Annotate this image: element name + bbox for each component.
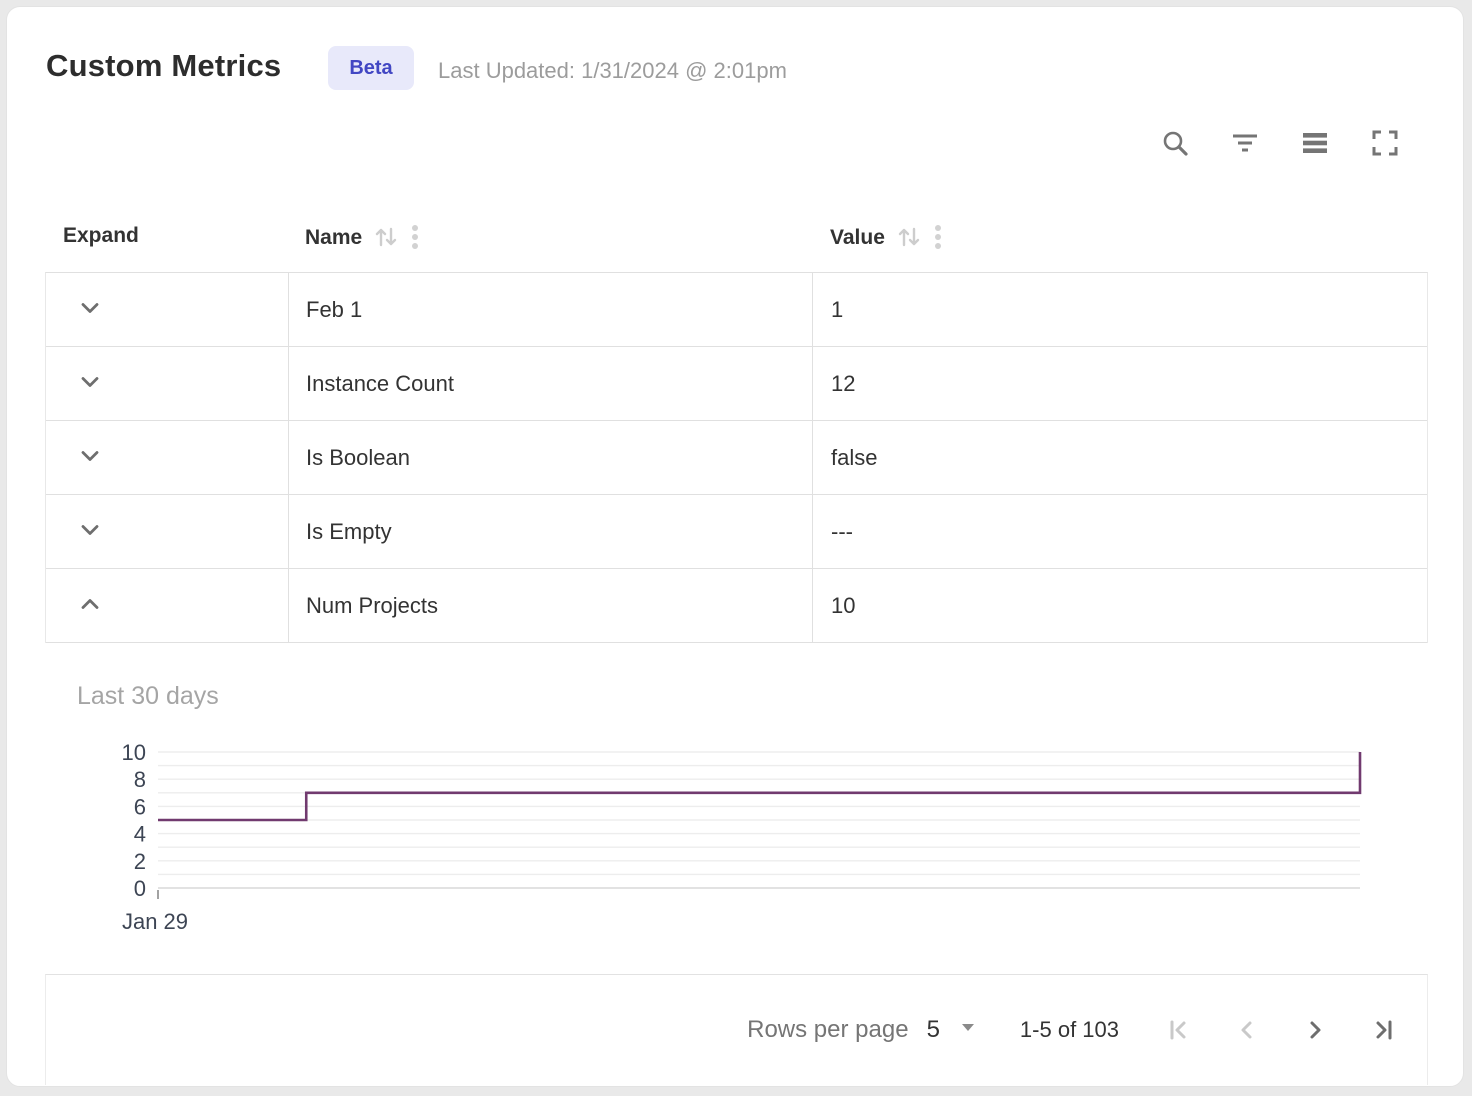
chevron-down-icon bbox=[77, 443, 103, 472]
caret-down-icon bbox=[958, 1016, 978, 1044]
expand-row-button[interactable] bbox=[74, 590, 106, 622]
previous-page-button[interactable] bbox=[1233, 1016, 1261, 1044]
last-updated-text: Last Updated: 1/31/2024 @ 2:01pm bbox=[438, 58, 787, 84]
table-row: Is Empty --- bbox=[46, 495, 1427, 569]
expand-cell bbox=[46, 347, 289, 420]
table-header: Expand Name Value bbox=[45, 210, 1428, 272]
search-button[interactable] bbox=[1160, 128, 1190, 158]
search-icon bbox=[1160, 128, 1190, 158]
page-range-label: 1-5 of 103 bbox=[1020, 1017, 1119, 1043]
column-label: Expand bbox=[63, 224, 139, 248]
first-page-button[interactable] bbox=[1165, 1016, 1193, 1044]
row-name: Num Projects bbox=[289, 569, 813, 642]
filter-button[interactable] bbox=[1230, 128, 1260, 158]
rows-per-page-value: 5 bbox=[927, 1016, 940, 1044]
column-label: Name bbox=[305, 226, 362, 250]
table-row: Instance Count 12 bbox=[46, 347, 1427, 421]
chevron-down-icon bbox=[77, 369, 103, 398]
fullscreen-icon bbox=[1370, 128, 1400, 158]
chevron-right-icon bbox=[1301, 1016, 1329, 1044]
expand-cell bbox=[46, 273, 289, 346]
row-name: Instance Count bbox=[289, 347, 813, 420]
row-value: 12 bbox=[813, 347, 1427, 420]
expand-row-button[interactable] bbox=[74, 294, 106, 326]
pagination-bar: Rows per page 5 1-5 of 103 bbox=[45, 974, 1428, 1085]
row-value: false bbox=[813, 421, 1427, 494]
table-row: Is Boolean false bbox=[46, 421, 1427, 495]
row-name: Feb 1 bbox=[289, 273, 813, 346]
kebab-menu-icon bbox=[410, 222, 420, 255]
sort-icon bbox=[895, 223, 923, 254]
table-row: Feb 1 1 bbox=[46, 273, 1427, 347]
grid-toolbar bbox=[1160, 128, 1400, 158]
svg-text:0: 0 bbox=[134, 876, 146, 901]
table-body: Feb 1 1 Instance Count 12 Is Boolean fal… bbox=[45, 272, 1428, 643]
expand-cell bbox=[46, 495, 289, 568]
row-name: Is Boolean bbox=[289, 421, 813, 494]
last-page-button[interactable] bbox=[1369, 1016, 1397, 1044]
svg-text:4: 4 bbox=[134, 822, 146, 847]
svg-text:8: 8 bbox=[134, 767, 146, 792]
density-button[interactable] bbox=[1300, 128, 1330, 158]
column-label: Value bbox=[830, 226, 885, 250]
row-name: Is Empty bbox=[289, 495, 813, 568]
svg-text:2: 2 bbox=[134, 849, 146, 874]
row-value: 10 bbox=[813, 569, 1427, 642]
chart-title: Last 30 days bbox=[77, 682, 219, 711]
expand-row-button[interactable] bbox=[74, 442, 106, 474]
pager-buttons bbox=[1165, 1016, 1397, 1044]
column-header-name[interactable]: Name bbox=[305, 224, 420, 252]
page-title: Custom Metrics bbox=[46, 48, 281, 84]
name-column-menu-button[interactable] bbox=[410, 224, 420, 252]
expand-row-button[interactable] bbox=[74, 516, 106, 548]
expand-row-button[interactable] bbox=[74, 368, 106, 400]
table-row: Num Projects 10 bbox=[46, 569, 1427, 643]
value-column-menu-button[interactable] bbox=[933, 224, 943, 252]
expand-cell bbox=[46, 569, 289, 642]
rows-per-page-select[interactable]: 5 bbox=[927, 1016, 978, 1044]
svg-text:Jan 29: Jan 29 bbox=[122, 909, 188, 934]
filter-icon bbox=[1230, 128, 1260, 158]
first-page-icon bbox=[1165, 1016, 1193, 1044]
next-page-button[interactable] bbox=[1301, 1016, 1329, 1044]
density-icon bbox=[1300, 128, 1330, 158]
column-header-value[interactable]: Value bbox=[830, 224, 943, 252]
sort-icon bbox=[372, 223, 400, 254]
svg-text:10: 10 bbox=[122, 740, 146, 765]
chevron-up-icon bbox=[77, 591, 103, 620]
row-value: 1 bbox=[813, 273, 1427, 346]
chevron-down-icon bbox=[77, 517, 103, 546]
expand-cell bbox=[46, 421, 289, 494]
row-value: --- bbox=[813, 495, 1427, 568]
trend-chart: 024 6810 Jan 29 bbox=[0, 735, 1472, 945]
kebab-menu-icon bbox=[933, 222, 943, 255]
fullscreen-button[interactable] bbox=[1370, 128, 1400, 158]
chevron-down-icon bbox=[77, 295, 103, 324]
column-header-expand: Expand bbox=[63, 224, 139, 248]
svg-text:6: 6 bbox=[134, 794, 146, 819]
sort-value-button[interactable] bbox=[895, 224, 923, 252]
last-page-icon bbox=[1369, 1016, 1397, 1044]
beta-badge: Beta bbox=[328, 46, 414, 90]
rows-per-page-label: Rows per page bbox=[747, 1016, 908, 1044]
sort-name-button[interactable] bbox=[372, 224, 400, 252]
chevron-left-icon bbox=[1233, 1016, 1261, 1044]
